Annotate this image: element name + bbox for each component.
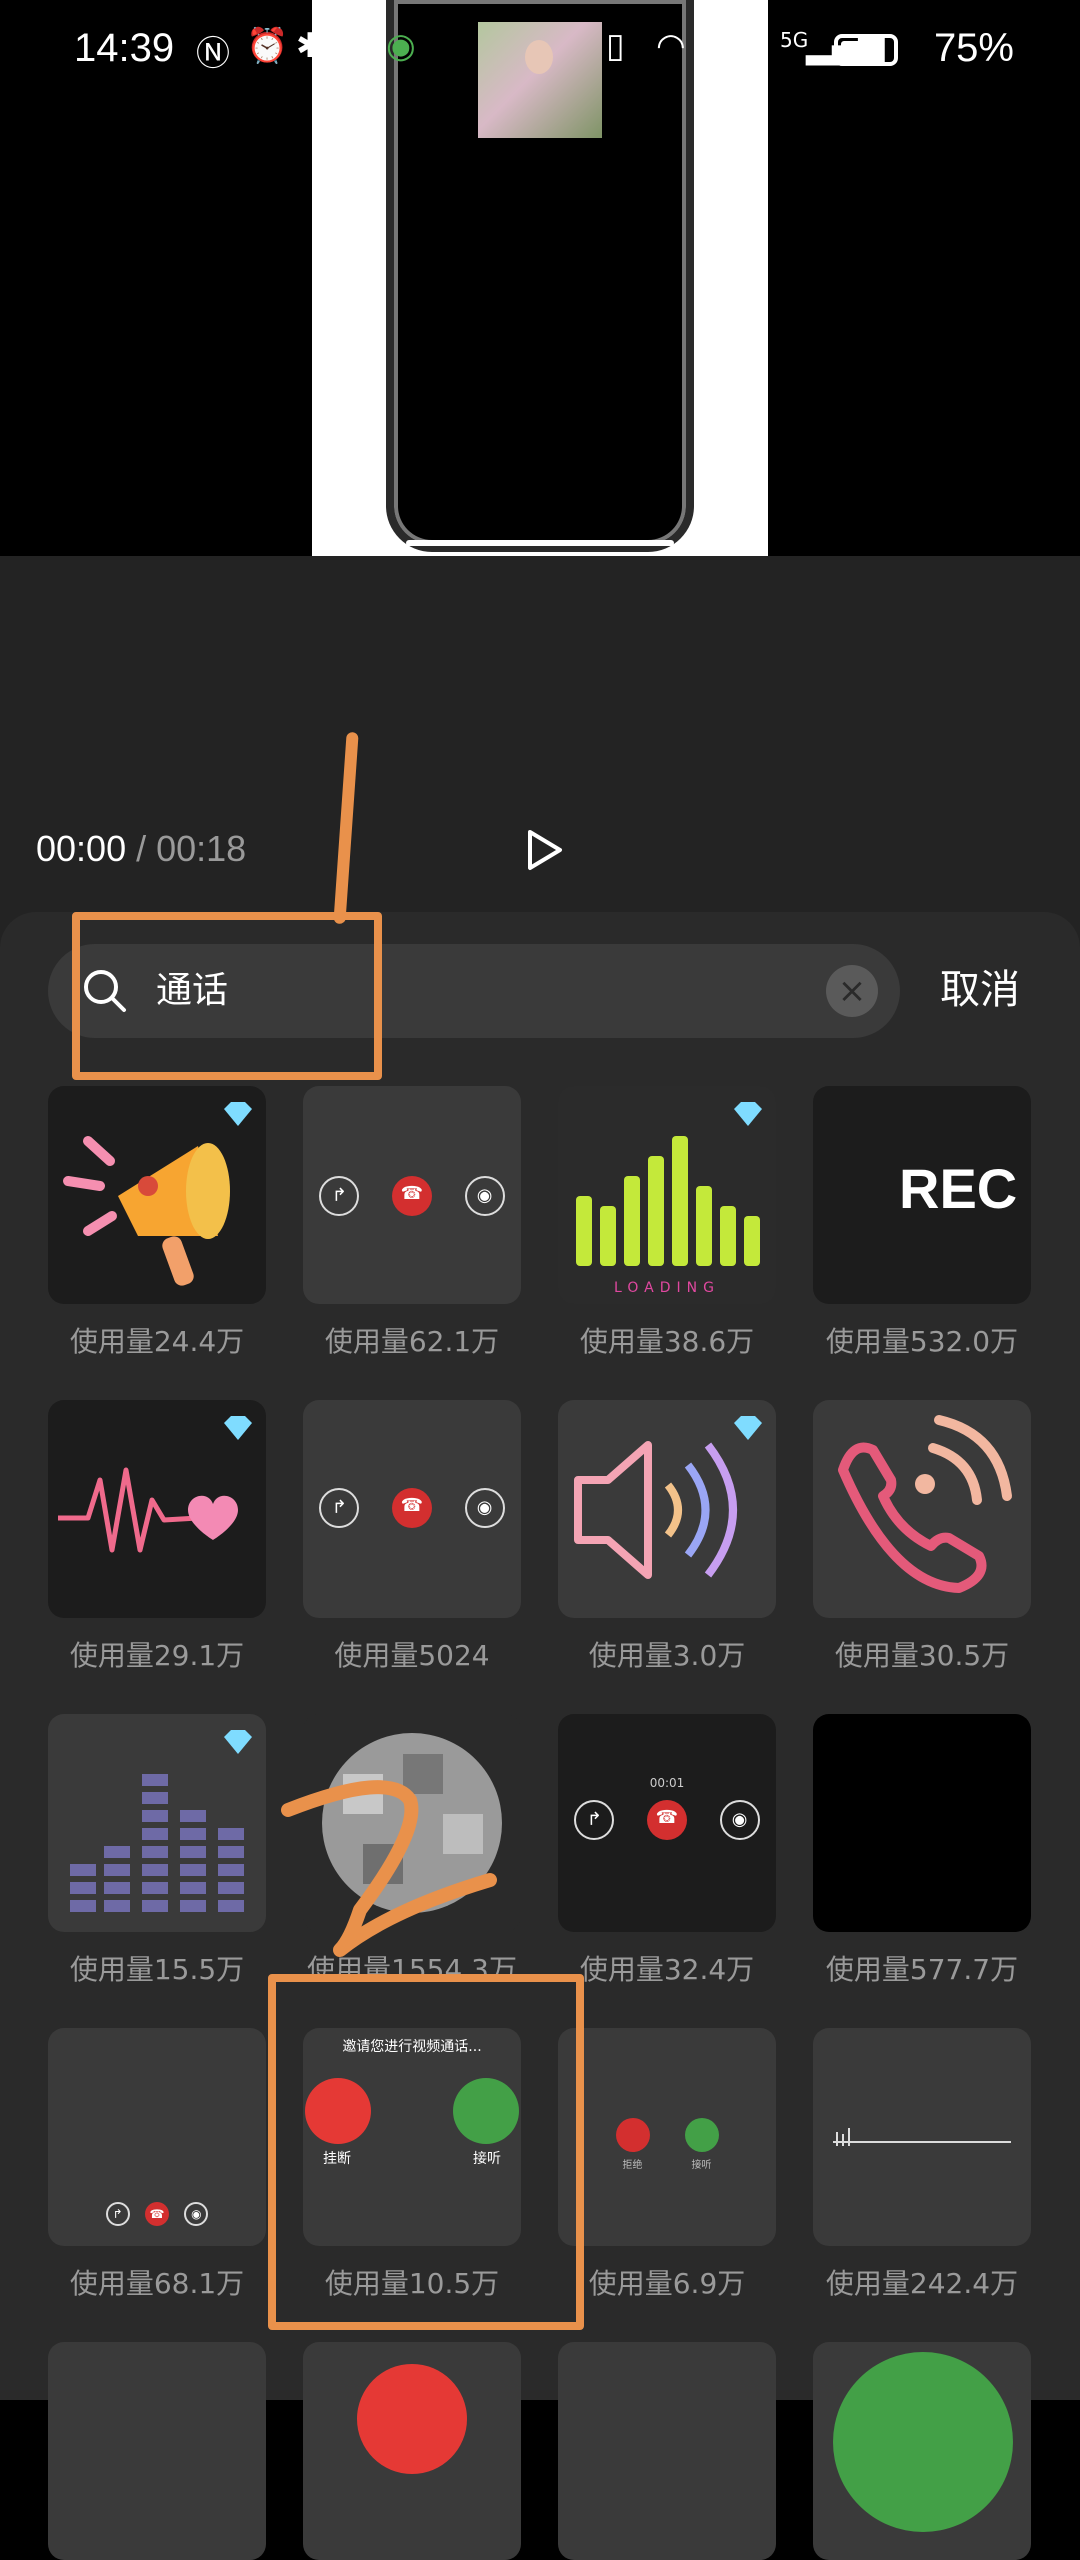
accept-icon: [684, 2118, 719, 2152]
diamond-icon: [734, 1416, 762, 1440]
bluetooth-icon: ✱: [296, 26, 325, 66]
current-time: 00:00: [36, 828, 127, 869]
diamond-icon: [224, 1416, 252, 1440]
usage-count: 使用量62.1万: [324, 1325, 500, 1358]
sticker-equalizer[interactable]: [48, 1714, 266, 1932]
hangup-icon: ☎: [144, 2202, 169, 2226]
sticker-rec[interactable]: REC: [813, 1086, 1031, 1304]
usage-count: 使用量577.7万: [825, 1953, 1019, 1986]
status-bar: 14:39 Ⓝ ⏰ ✱ ◉ ▯ ◠ 5G ▂▄▆ 75%: [0, 0, 1080, 110]
cancel-button[interactable]: 取消: [940, 962, 1020, 1018]
decline-icon: [615, 2118, 650, 2152]
sticker-partial-1[interactable]: [48, 2342, 266, 2560]
play-button[interactable]: [520, 826, 568, 874]
share-icon: ↱: [319, 1488, 360, 1528]
share-icon: ↱: [105, 2202, 130, 2226]
wifi-icon: ◠: [656, 26, 686, 66]
sticker-call-controls-timer[interactable]: 00:01 ↱ ☎ ◉: [558, 1714, 776, 1932]
camera-icon: ◉: [464, 1176, 505, 1216]
diamond-icon: [224, 1102, 252, 1126]
decline-label: 拒绝: [622, 2160, 643, 2171]
sticker-black[interactable]: [813, 1714, 1031, 1932]
clear-search-button[interactable]: ×: [826, 965, 878, 1017]
camera-icon: ◉: [184, 2202, 209, 2226]
phone-bottom-edge: [406, 540, 674, 546]
usage-count: 使用量3.0万: [588, 1639, 746, 1672]
vibrate-icon: ▯: [606, 26, 625, 66]
waveform-icon: [833, 2128, 1011, 2146]
annotation-number-2: [281, 1780, 497, 1957]
battery-level: [841, 41, 879, 59]
sticker-megaphone[interactable]: [48, 1086, 266, 1304]
hangup-icon: ☎: [391, 1488, 432, 1528]
rec-label: REC: [899, 1157, 1018, 1220]
sticker-heartbeat[interactable]: [48, 1400, 266, 1618]
app-notification-icon: ◉: [386, 26, 416, 66]
playback-time: 00:00 / 00:18: [36, 828, 246, 870]
sticker-call-controls-2[interactable]: ↱ ☎ ◉: [303, 1400, 521, 1618]
annotation-box: [72, 912, 382, 1080]
alarm-icon: ⏰: [246, 26, 289, 66]
usage-count: 使用量30.5万: [834, 1639, 1010, 1672]
nfc-icon: Ⓝ: [196, 34, 230, 74]
usage-count: 使用量15.5万: [69, 1953, 245, 1986]
hangup-icon: ☎: [646, 1800, 687, 1840]
battery-percent: 75%: [933, 26, 1014, 70]
usage-count: 使用量5024: [334, 1639, 490, 1672]
sticker-speaker[interactable]: [558, 1400, 776, 1618]
sticker-partial-4[interactable]: [813, 2342, 1031, 2560]
call-timer: 00:01: [649, 1776, 685, 1790]
sticker-minimal-call[interactable]: ↱ ☎ ◉: [48, 2028, 266, 2246]
network-type-label: 5G: [780, 28, 809, 52]
time-separator: /: [126, 828, 157, 869]
camera-icon: ◉: [719, 1800, 760, 1840]
sticker-loading-bars[interactable]: LOADING: [558, 1086, 776, 1304]
sticker-partial-2[interactable]: [303, 2342, 521, 2560]
battery-icon: [834, 34, 898, 66]
usage-count: 使用量24.4万: [69, 1325, 245, 1358]
usage-count: 使用量38.6万: [579, 1325, 755, 1358]
usage-count: 使用量29.1万: [69, 1639, 245, 1672]
diamond-icon: [734, 1102, 762, 1126]
total-time: 00:18: [156, 828, 247, 869]
status-time: 14:39: [74, 26, 175, 70]
share-icon: ↱: [574, 1800, 615, 1840]
sticker-phone-ring[interactable]: [813, 1400, 1031, 1618]
annotation-box: [268, 1974, 584, 2330]
sticker-call-controls-1[interactable]: ↱ ☎ ◉: [303, 1086, 521, 1304]
sticker-waveform[interactable]: [813, 2028, 1031, 2246]
usage-count: 使用量242.4万: [825, 2267, 1019, 2300]
phone-ring-icon: [838, 1415, 1012, 1593]
accept-label: 接听: [691, 2160, 712, 2171]
sticker-partial-3[interactable]: [558, 2342, 776, 2560]
camera-icon: ◉: [464, 1488, 505, 1528]
diamond-icon: [224, 1730, 252, 1754]
usage-count: 使用量532.0万: [825, 1325, 1019, 1358]
close-icon: ×: [837, 971, 867, 1011]
hangup-icon: ☎: [391, 1176, 432, 1216]
svg-text:LOADING: LOADING: [614, 1280, 720, 1296]
usage-count: 使用量68.1万: [69, 2267, 245, 2300]
sticker-decline-accept[interactable]: 拒绝 接听: [558, 2028, 776, 2246]
share-icon: ↱: [319, 1176, 360, 1216]
